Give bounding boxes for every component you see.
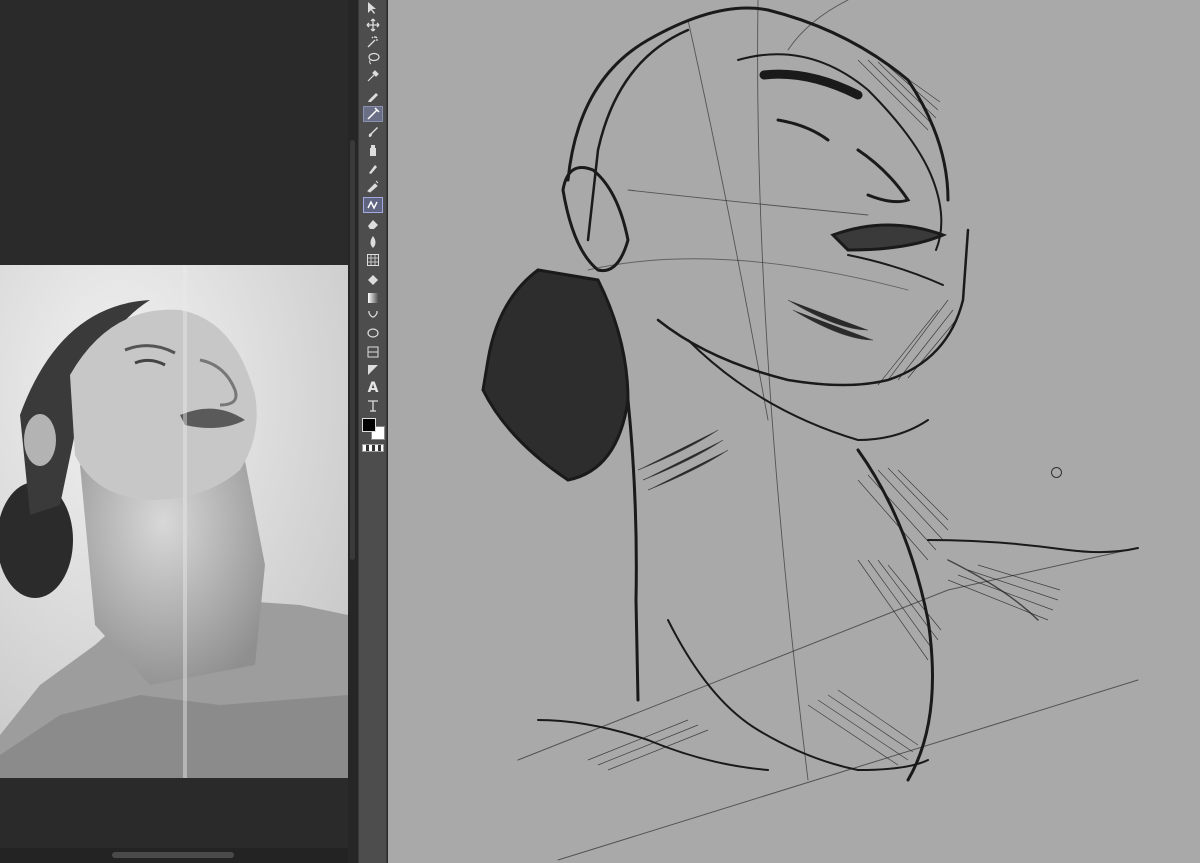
blend-drop-icon[interactable] [363,234,383,250]
eyedropper-icon[interactable] [363,68,383,84]
figure-icon[interactable] [363,309,383,325]
color-swatch[interactable] [362,418,386,440]
drawing-canvas[interactable] [388,0,1200,863]
move-icon[interactable] [363,17,383,33]
grid-ruler-icon[interactable] [363,252,383,268]
brush-icon[interactable] [363,124,383,140]
vertical-scroll-thumb[interactable] [350,140,355,560]
airbrush-icon[interactable] [363,142,383,158]
magic-wand-icon[interactable] [363,34,383,50]
reference-horizontal-scrollbar[interactable] [0,848,348,863]
sketch-artwork [481,0,1139,861]
arrow-select-icon[interactable] [363,0,383,16]
eraser-icon[interactable] [363,216,383,232]
text-tool-label: A [367,380,379,396]
tool-palette: A [358,0,387,863]
text-icon[interactable]: A [363,380,383,396]
fill-bucket-icon[interactable] [363,272,383,288]
pen-icon[interactable] [363,88,383,104]
selection-lasso-icon[interactable] [363,326,383,342]
lasso-icon[interactable] [363,51,383,67]
transparent-color[interactable] [362,444,384,452]
marker-icon[interactable] [363,160,383,176]
reference-photo [0,265,348,778]
brush-cursor [1051,467,1062,478]
balloon-icon[interactable] [363,362,383,378]
decoration-icon[interactable] [363,197,383,213]
horizontal-scroll-thumb[interactable] [112,852,234,858]
reference-vertical-scrollbar[interactable] [348,0,358,863]
gradient-icon[interactable] [363,290,383,306]
reference-panel [0,0,348,863]
ink-icon[interactable] [363,178,383,194]
pencil-icon[interactable] [363,106,383,122]
correct-line-icon[interactable] [363,398,383,414]
painting-app-window: A [0,0,1200,863]
frame-icon[interactable] [363,344,383,360]
foreground-color[interactable] [362,418,376,432]
